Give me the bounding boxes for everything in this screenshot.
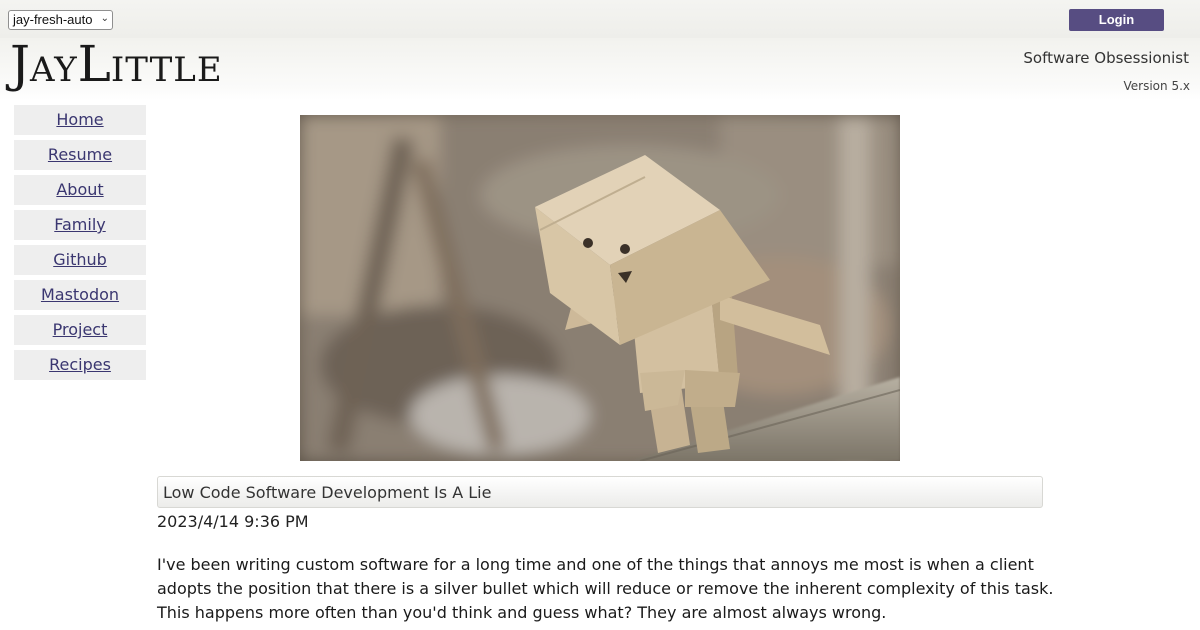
site-logo[interactable]: JAYLITTLE [10, 39, 223, 89]
page: jay-fresh-auto ⌄ Login JAYLITTLE Softwar… [0, 0, 1200, 630]
sidebar-item-recipes[interactable]: Recipes [14, 350, 146, 380]
theme-select-value: jay-fresh-auto [13, 12, 93, 27]
post-body-line: I've been writing custom software for a … [157, 555, 1034, 574]
sidebar-item-mastodon[interactable]: Mastodon [14, 280, 146, 310]
chevron-down-icon: ⌄ [100, 13, 109, 24]
site-version: Version 5.x [1123, 79, 1191, 93]
logo-text: AY [30, 50, 78, 90]
sidebar-item-home[interactable]: Home [14, 105, 146, 135]
logo-text: ITTLE [110, 50, 223, 90]
post-body-line: adopts the position that there is a silv… [157, 579, 1054, 598]
post-title-bar[interactable]: Low Code Software Development Is A Lie [157, 476, 1043, 508]
logo-letter: J [10, 35, 31, 93]
hero-image [300, 115, 900, 461]
sidebar-nav: Home Resume About Family Github Mastodon… [14, 105, 146, 385]
login-button[interactable]: Login [1069, 9, 1164, 31]
sidebar-item-project[interactable]: Project [14, 315, 146, 345]
top-bar: jay-fresh-auto ⌄ Login [0, 0, 1200, 38]
cardboard-robot-photo-icon [300, 115, 900, 461]
sidebar-item-resume[interactable]: Resume [14, 140, 146, 170]
sidebar-item-github[interactable]: Github [14, 245, 146, 275]
post-date: 2023/4/14 9:36 PM [157, 512, 309, 531]
post-body: I've been writing custom software for a … [157, 553, 1057, 625]
logo-letter: L [77, 35, 111, 93]
post-body-line: This happens more often than you'd think… [157, 603, 887, 622]
sidebar-item-family[interactable]: Family [14, 210, 146, 240]
theme-select[interactable]: jay-fresh-auto ⌄ [8, 10, 113, 30]
site-tagline: Software Obsessionist [1023, 49, 1189, 67]
sidebar-item-about[interactable]: About [14, 175, 146, 205]
post-title[interactable]: Low Code Software Development Is A Lie [163, 483, 491, 502]
site-header: JAYLITTLE Software Obsessionist Version … [0, 38, 1200, 100]
